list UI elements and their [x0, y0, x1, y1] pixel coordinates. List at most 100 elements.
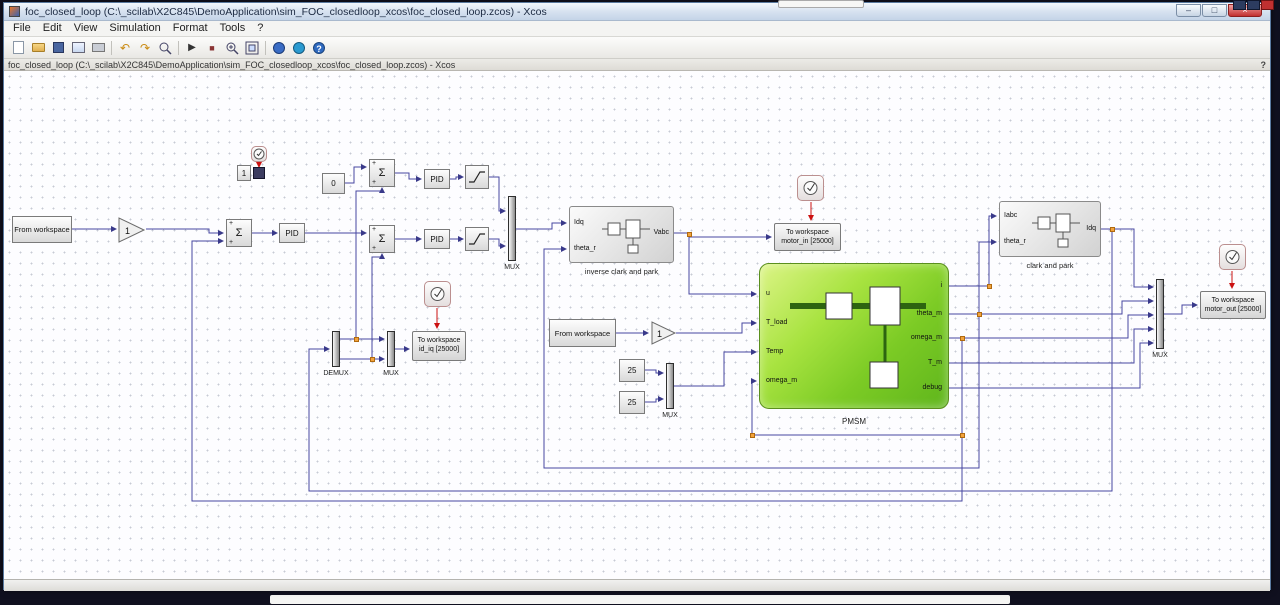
- pmsm-diagram-icon: [778, 278, 938, 398]
- stop-simulation-button[interactable]: ■: [202, 39, 222, 57]
- diagram-canvas[interactable]: 1 From workspace 1 + Σ + PID 0: [4, 71, 1270, 579]
- clock-period-block[interactable]: 1: [237, 165, 251, 181]
- print-button[interactable]: [88, 39, 108, 57]
- const-25-a-block[interactable]: 25: [619, 359, 645, 382]
- to-workspace-id-iq-block[interactable]: To workspace id_iq [25000]: [412, 331, 466, 361]
- menu-view[interactable]: View: [68, 21, 104, 36]
- tab-help-icon[interactable]: ?: [1261, 60, 1267, 70]
- mux-temp-block[interactable]: [666, 363, 674, 409]
- fit-to-window-button[interactable]: [242, 39, 262, 57]
- wire[interactable]: [1101, 229, 1153, 287]
- mux-voltage-block[interactable]: [508, 196, 516, 261]
- to-workspace-motor-in-block[interactable]: To workspace motor_in [25000]: [774, 223, 841, 251]
- pid-d-block[interactable]: PID: [424, 169, 450, 189]
- wire[interactable]: [395, 173, 421, 179]
- menu-file[interactable]: File: [7, 21, 37, 36]
- save-button[interactable]: [48, 39, 68, 57]
- wire[interactable]: [949, 329, 1153, 363]
- wire[interactable]: [645, 370, 663, 373]
- sum-q-block[interactable]: + Σ +: [369, 225, 395, 253]
- link-junction[interactable]: [987, 284, 992, 289]
- redo-button[interactable]: ↷: [135, 39, 155, 57]
- clock-block[interactable]: [253, 167, 265, 179]
- wire[interactable]: [979, 242, 996, 314]
- bg-close-button[interactable]: [1261, 0, 1274, 10]
- pmsm-in-u: u: [766, 290, 770, 297]
- wire[interactable]: [1164, 305, 1197, 314]
- title-bar[interactable]: foc_closed_loop (C:\_scilab\X2C845\DemoA…: [4, 3, 1270, 21]
- wire[interactable]: [962, 315, 1153, 338]
- mux-out-block[interactable]: [1156, 279, 1164, 349]
- minimize-button[interactable]: –: [1176, 4, 1201, 17]
- clock-scope-block[interactable]: [251, 146, 267, 162]
- pid-speed-block[interactable]: PID: [279, 223, 305, 243]
- menu-edit[interactable]: Edit: [37, 21, 68, 36]
- undo-button[interactable]: ↶: [115, 39, 135, 57]
- from-workspace-2-block[interactable]: From workspace: [549, 319, 616, 347]
- demux-block[interactable]: [332, 331, 340, 367]
- const-25-b-block[interactable]: 25: [619, 391, 645, 414]
- menu-simulation[interactable]: Simulation: [103, 21, 166, 36]
- menu-tools[interactable]: Tools: [214, 21, 252, 36]
- open-file-button[interactable]: [28, 39, 48, 57]
- xcos-demos-button[interactable]: [289, 39, 309, 57]
- wire[interactable]: [645, 399, 663, 402]
- saturation-q-block[interactable]: [465, 227, 489, 251]
- saturation-d-block[interactable]: [465, 165, 489, 189]
- wire[interactable]: [949, 343, 1153, 388]
- link-junction[interactable]: [960, 336, 965, 341]
- link-junction[interactable]: [1110, 227, 1115, 232]
- const-zero-block[interactable]: 0: [322, 173, 345, 194]
- wire[interactable]: [345, 167, 366, 183]
- wire[interactable]: [450, 177, 463, 179]
- maximize-button[interactable]: □: [1202, 4, 1227, 17]
- wire[interactable]: [489, 177, 505, 211]
- link-junction[interactable]: [370, 357, 375, 362]
- start-simulation-button[interactable]: ▶: [182, 39, 202, 57]
- wire[interactable]: [372, 254, 382, 359]
- scope-id-iq-block[interactable]: [424, 281, 451, 307]
- pid-q-block[interactable]: PID: [424, 229, 450, 249]
- link-junction[interactable]: [354, 337, 359, 342]
- xcos-palette-button[interactable]: [269, 39, 289, 57]
- wire[interactable]: [674, 352, 756, 386]
- pmsm-block[interactable]: u T_load Temp omega_m i theta_m omega_m …: [759, 263, 949, 409]
- bg-maximize-button[interactable]: [1247, 0, 1260, 10]
- wire[interactable]: [676, 323, 756, 333]
- scope-motor-out-block[interactable]: [1219, 244, 1246, 270]
- wire[interactable]: [489, 239, 505, 246]
- wire[interactable]: [516, 223, 566, 229]
- subsystem-icon: [1030, 210, 1082, 250]
- pmsm-out-i: i: [940, 282, 942, 289]
- wire[interactable]: [989, 216, 996, 286]
- to-workspace-motor-out-block[interactable]: To workspace motor_out [25000]: [1200, 291, 1266, 319]
- wire[interactable]: [146, 229, 223, 233]
- mux-idiq-block[interactable]: [387, 331, 395, 367]
- inverse-clark-park-block[interactable]: Idq theta_r Vabc: [569, 206, 674, 263]
- zoom-area-button[interactable]: [155, 39, 175, 57]
- diagram-tab-bar[interactable]: foc_closed_loop (C:\_scilab\X2C845\DemoA…: [4, 59, 1270, 71]
- sum-speed-block[interactable]: + Σ +: [226, 219, 252, 247]
- bg-minimize-button[interactable]: [1233, 0, 1246, 10]
- link-junction[interactable]: [960, 433, 965, 438]
- toolbar-separator: [111, 41, 112, 55]
- menu-format[interactable]: Format: [167, 21, 214, 36]
- wire[interactable]: [689, 237, 756, 294]
- export-image-button[interactable]: [68, 39, 88, 57]
- link-junction[interactable]: [977, 312, 982, 317]
- gain-2-block[interactable]: 1: [651, 321, 677, 345]
- clark-park-block[interactable]: Iabc theta_r Idq: [999, 201, 1101, 257]
- wire[interactable]: [689, 233, 771, 237]
- scope-motor-in-block[interactable]: [797, 175, 824, 201]
- sum-d-block[interactable]: + Σ +: [369, 159, 395, 187]
- link-junction[interactable]: [750, 433, 755, 438]
- menu-help[interactable]: ?: [251, 21, 269, 36]
- from-workspace-1-block[interactable]: From workspace: [12, 216, 72, 243]
- gain-1-block[interactable]: 1: [118, 217, 146, 243]
- new-diagram-button[interactable]: [8, 39, 28, 57]
- help-button[interactable]: ?: [309, 39, 329, 57]
- wire[interactable]: [356, 188, 382, 339]
- link-junction[interactable]: [687, 232, 692, 237]
- wire[interactable]: [979, 301, 1153, 314]
- zoom-in-button[interactable]: [222, 39, 242, 57]
